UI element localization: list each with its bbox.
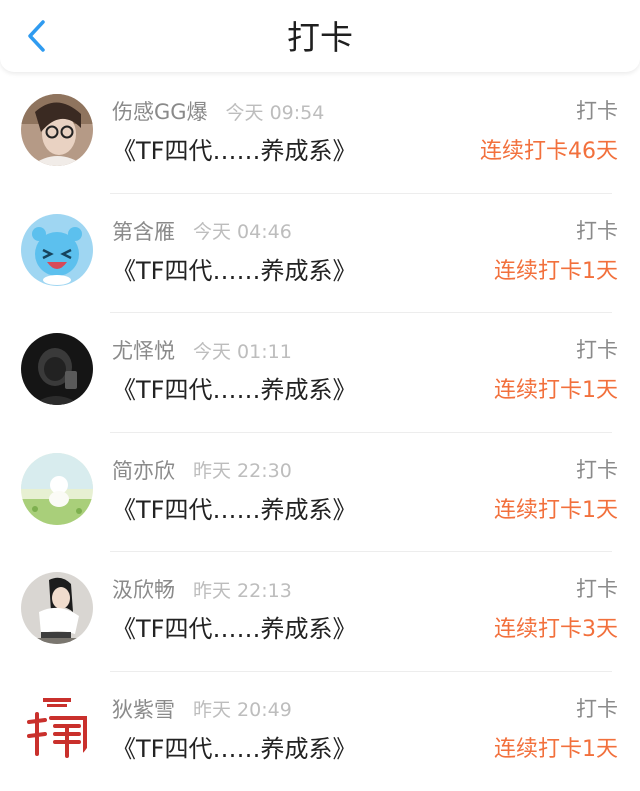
group-name[interactable]: 《TF四代……养成系》 <box>112 374 356 406</box>
entry-meta: 尤怿悦 今天 01:11 <box>112 336 292 364</box>
entry-meta: 汲欣畅 昨天 22:13 <box>112 575 292 603</box>
action-label: 打卡 <box>576 97 618 125</box>
list-item[interactable]: 简亦欣 昨天 22:30 打卡 《TF四代……养成系》 连续打卡1天 <box>0 433 640 553</box>
avatar[interactable] <box>21 692 93 764</box>
top-bar: 打卡 <box>0 0 640 72</box>
streak-label: 连续打卡1天 <box>494 256 618 288</box>
post-time: 今天 09:54 <box>226 98 325 125</box>
group-name[interactable]: 《TF四代……养成系》 <box>112 613 356 645</box>
group-name[interactable]: 《TF四代……养成系》 <box>112 494 356 526</box>
streak-label: 连续打卡1天 <box>494 375 618 407</box>
action-label: 打卡 <box>576 575 618 603</box>
list-item[interactable]: 伤感GG爆 今天 09:54 打卡 《TF四代……养成系》 连续打卡46天 <box>0 74 640 194</box>
action-label: 打卡 <box>576 456 618 484</box>
post-time: 昨天 22:30 <box>193 456 292 483</box>
list-item[interactable]: 狄紫雪 昨天 20:49 打卡 《TF四代……养成系》 连续打卡1天 <box>0 672 640 791</box>
group-name[interactable]: 《TF四代……养成系》 <box>112 733 356 765</box>
avatar[interactable] <box>21 572 93 644</box>
user-name[interactable]: 伤感GG爆 <box>112 96 208 126</box>
action-label: 打卡 <box>576 217 618 245</box>
post-time: 昨天 20:49 <box>193 695 292 722</box>
user-name[interactable]: 简亦欣 <box>112 455 175 485</box>
streak-label: 连续打卡1天 <box>494 734 618 766</box>
post-time: 昨天 22:13 <box>193 576 292 603</box>
action-label: 打卡 <box>576 695 618 723</box>
page-title: 打卡 <box>0 18 640 58</box>
streak-label: 连续打卡46天 <box>480 136 618 168</box>
action-label: 打卡 <box>576 336 618 364</box>
list-item[interactable]: 第含雁 今天 04:46 打卡 《TF四代……养成系》 连续打卡1天 <box>0 194 640 314</box>
entry-meta: 伤感GG爆 今天 09:54 <box>112 97 324 125</box>
entry-meta: 第含雁 今天 04:46 <box>112 217 292 245</box>
post-time: 今天 04:46 <box>193 217 292 244</box>
entry-meta: 狄紫雪 昨天 20:49 <box>112 695 292 723</box>
avatar[interactable] <box>21 333 93 405</box>
list-item[interactable]: 尤怿悦 今天 01:11 打卡 《TF四代……养成系》 连续打卡1天 <box>0 313 640 433</box>
streak-label: 连续打卡3天 <box>494 614 618 646</box>
entry-meta: 简亦欣 昨天 22:30 <box>112 456 292 484</box>
user-name[interactable]: 第含雁 <box>112 216 175 246</box>
user-name[interactable]: 汲欣畅 <box>112 574 175 604</box>
post-time: 今天 01:11 <box>193 337 292 364</box>
avatar[interactable] <box>21 94 93 166</box>
user-name[interactable]: 狄紫雪 <box>112 694 175 724</box>
avatar[interactable] <box>21 453 93 525</box>
user-name[interactable]: 尤怿悦 <box>112 335 175 365</box>
list-item[interactable]: 汲欣畅 昨天 22:13 打卡 《TF四代……养成系》 连续打卡3天 <box>0 552 640 672</box>
avatar[interactable] <box>21 214 93 286</box>
streak-label: 连续打卡1天 <box>494 495 618 527</box>
checkin-list: 伤感GG爆 今天 09:54 打卡 《TF四代……养成系》 连续打卡46天 第含… <box>0 74 640 791</box>
group-name[interactable]: 《TF四代……养成系》 <box>112 255 356 287</box>
group-name[interactable]: 《TF四代……养成系》 <box>112 135 356 167</box>
